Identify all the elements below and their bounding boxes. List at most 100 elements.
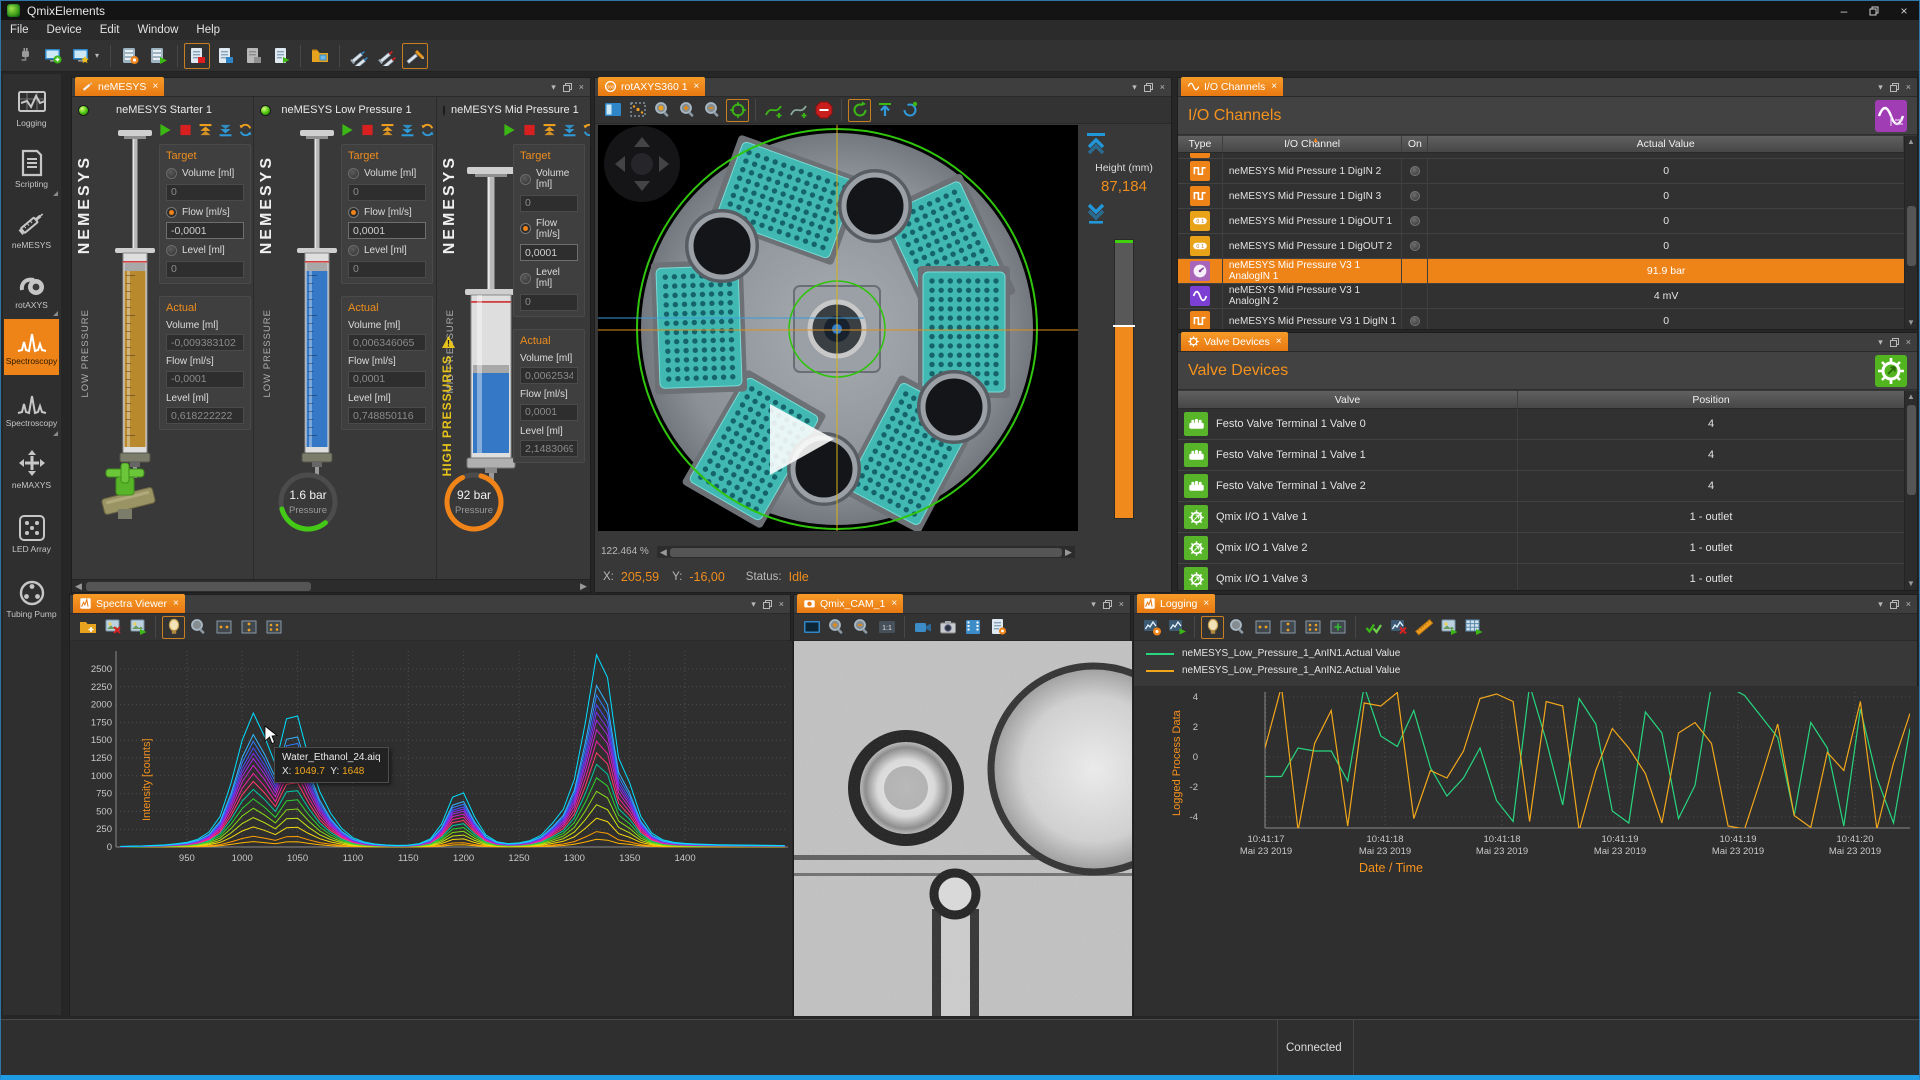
path-add-icon[interactable] bbox=[762, 99, 785, 122]
zoom-out-icon[interactable] bbox=[701, 99, 724, 122]
height-slider[interactable] bbox=[1114, 239, 1134, 519]
table-row[interactable]: neMESYS Mid Pressure V3 1 AnalogIN 1 91.… bbox=[1178, 259, 1904, 284]
radio-button[interactable] bbox=[166, 207, 177, 218]
close-icon[interactable]: × bbox=[1203, 598, 1209, 609]
sidebar-item-scripting[interactable]: Scripting bbox=[4, 141, 59, 197]
target-volume-input[interactable] bbox=[348, 184, 426, 201]
close-icon[interactable]: × bbox=[152, 81, 158, 92]
tab-valve-devices[interactable]: Valve Devices× bbox=[1181, 332, 1288, 351]
monitor-open-icon[interactable] bbox=[68, 43, 94, 69]
folder-media-icon[interactable] bbox=[307, 43, 333, 69]
restore-button[interactable] bbox=[1859, 1, 1889, 20]
videocam-icon[interactable] bbox=[911, 616, 934, 639]
menu-file[interactable]: File bbox=[1, 24, 38, 36]
doc-gray-icon[interactable] bbox=[240, 43, 266, 69]
zoom-in-icon[interactable] bbox=[825, 616, 848, 639]
syr-blue-icon[interactable] bbox=[346, 43, 372, 69]
close-icon[interactable]: × bbox=[579, 82, 584, 92]
minimize-button[interactable]: – bbox=[1829, 1, 1859, 20]
empty-button[interactable] bbox=[561, 121, 578, 138]
chart-del-icon[interactable] bbox=[1387, 616, 1410, 639]
fit-plus-icon[interactable] bbox=[1326, 616, 1349, 639]
stop-button[interactable] bbox=[521, 121, 538, 138]
play-button[interactable] bbox=[501, 121, 518, 138]
sidebar-item-rotaxys[interactable]: rotAXYS bbox=[4, 261, 59, 317]
spectra-chart[interactable]: 9501000105011001150120012501300135014000… bbox=[70, 641, 790, 1014]
menu-help[interactable]: Help bbox=[187, 24, 229, 36]
valve-table-header[interactable]: ValvePosition bbox=[1178, 391, 1904, 409]
target-flow-input[interactable] bbox=[348, 222, 426, 239]
io-table-header[interactable]: TypeI/O Channel▲OnActual Value bbox=[1178, 136, 1904, 153]
close-icon[interactable]: × bbox=[694, 81, 700, 92]
panel-menu-icon[interactable]: ▾ bbox=[1878, 599, 1883, 610]
sync-button[interactable] bbox=[419, 121, 436, 138]
on-indicator[interactable] bbox=[1410, 166, 1420, 176]
close-button[interactable]: × bbox=[1889, 1, 1919, 20]
table-row[interactable]: Qmix I/O 1 Valve 2 1 - outlet bbox=[1178, 533, 1904, 564]
img-exp-icon[interactable] bbox=[126, 616, 149, 639]
empty-button[interactable] bbox=[399, 121, 416, 138]
filmstrip-icon[interactable] bbox=[961, 616, 984, 639]
menu-window[interactable]: Window bbox=[129, 24, 188, 36]
fit-all-icon[interactable] bbox=[262, 616, 285, 639]
radio-button[interactable] bbox=[520, 223, 531, 234]
table-row[interactable]: 01 neMESYS Mid Pressure 1 DigOUT 1 0 bbox=[1178, 209, 1904, 234]
sidebar-item-tubing-pump[interactable]: Tubing Pump bbox=[4, 571, 59, 627]
chart-play-icon[interactable] bbox=[1165, 616, 1188, 639]
sidebar-item-nemaxys[interactable]: neMAXYS bbox=[4, 441, 59, 497]
path-add2-icon[interactable] bbox=[787, 99, 810, 122]
logging-chart[interactable]: 10:41:17 Mai 23 2019 10:41:18 Mai 23 201… bbox=[1134, 686, 1917, 1014]
panel-menu-icon[interactable]: ▾ bbox=[1878, 82, 1883, 93]
radio-button[interactable] bbox=[166, 245, 177, 256]
doc-green-icon[interactable] bbox=[268, 43, 294, 69]
menu-edit[interactable]: Edit bbox=[91, 24, 129, 36]
refill-button[interactable] bbox=[197, 121, 214, 138]
film-gear-icon[interactable] bbox=[117, 43, 143, 69]
panel-menu-icon[interactable]: ▾ bbox=[1132, 82, 1137, 93]
radio-button[interactable] bbox=[166, 168, 177, 179]
play-button[interactable] bbox=[157, 121, 174, 138]
table-exp-icon[interactable] bbox=[1462, 616, 1485, 639]
one2one-icon[interactable]: 1:1 bbox=[875, 616, 898, 639]
img-exp-icon[interactable] bbox=[1437, 616, 1460, 639]
move-top-icon[interactable] bbox=[873, 99, 896, 122]
chart-gear-icon[interactable] bbox=[1140, 616, 1163, 639]
refill-button[interactable] bbox=[541, 121, 558, 138]
target-flow-input[interactable] bbox=[520, 244, 578, 261]
table-row[interactable]: Festo Valve Terminal 1 Valve 0 4 bbox=[1178, 409, 1904, 440]
restore-icon[interactable] bbox=[1144, 83, 1153, 92]
zoom-blue-icon[interactable] bbox=[187, 616, 210, 639]
restore-icon[interactable] bbox=[563, 83, 572, 92]
wizard-icon[interactable] bbox=[402, 43, 428, 69]
table-row[interactable]: Festo Valve Terminal 1 Valve 1 4 bbox=[1178, 440, 1904, 471]
table-row[interactable]: Qmix I/O 1 Valve 1 1 - outlet bbox=[1178, 502, 1904, 533]
close-icon[interactable]: × bbox=[173, 598, 179, 609]
target-level-input[interactable] bbox=[348, 261, 426, 278]
syr-red-icon[interactable] bbox=[374, 43, 400, 69]
sidebar-item-nemesys[interactable]: neMESYS bbox=[4, 201, 59, 257]
sidebar-item-spectroscopy[interactable]: Spectroscopy bbox=[4, 319, 59, 375]
film-play-icon[interactable] bbox=[145, 43, 171, 69]
stop-sign-icon[interactable] bbox=[812, 99, 835, 122]
doc-blue-icon[interactable] bbox=[212, 43, 238, 69]
radio-button[interactable] bbox=[520, 174, 531, 185]
dropdown-arrow-icon[interactable]: ▾ bbox=[95, 51, 105, 60]
sidebar-item-logging[interactable]: Logging bbox=[4, 81, 59, 137]
close-icon[interactable]: × bbox=[779, 599, 784, 609]
on-indicator[interactable] bbox=[1410, 316, 1420, 326]
table-row[interactable]: neMESYS Mid Pressure V3 1 AnalogIN 2 4 m… bbox=[1178, 284, 1904, 309]
table-row[interactable]: neMESYS Mid Pressure 1 DigIN 2 0 bbox=[1178, 159, 1904, 184]
sidebar-item-spectroscopy-2[interactable]: Spectroscopy bbox=[4, 381, 59, 437]
zoom-out-icon[interactable] bbox=[850, 616, 873, 639]
radio-button[interactable] bbox=[348, 245, 359, 256]
table-row[interactable]: 01 neMESYS Mid Pressure 1 DigOUT 2 0 bbox=[1178, 234, 1904, 259]
stop-button[interactable] bbox=[177, 121, 194, 138]
marquee-icon[interactable] bbox=[626, 99, 649, 122]
close-icon[interactable]: × bbox=[891, 598, 897, 609]
close-icon[interactable]: × bbox=[1271, 81, 1277, 92]
menu-device[interactable]: Device bbox=[38, 24, 91, 36]
tab-io-channels[interactable]: I/O Channels× bbox=[1181, 77, 1283, 96]
empty-button[interactable] bbox=[217, 121, 234, 138]
tab-rotaxys360[interactable]: 360rotAXYS360 1× bbox=[598, 77, 705, 96]
img-del-icon[interactable] bbox=[101, 616, 124, 639]
